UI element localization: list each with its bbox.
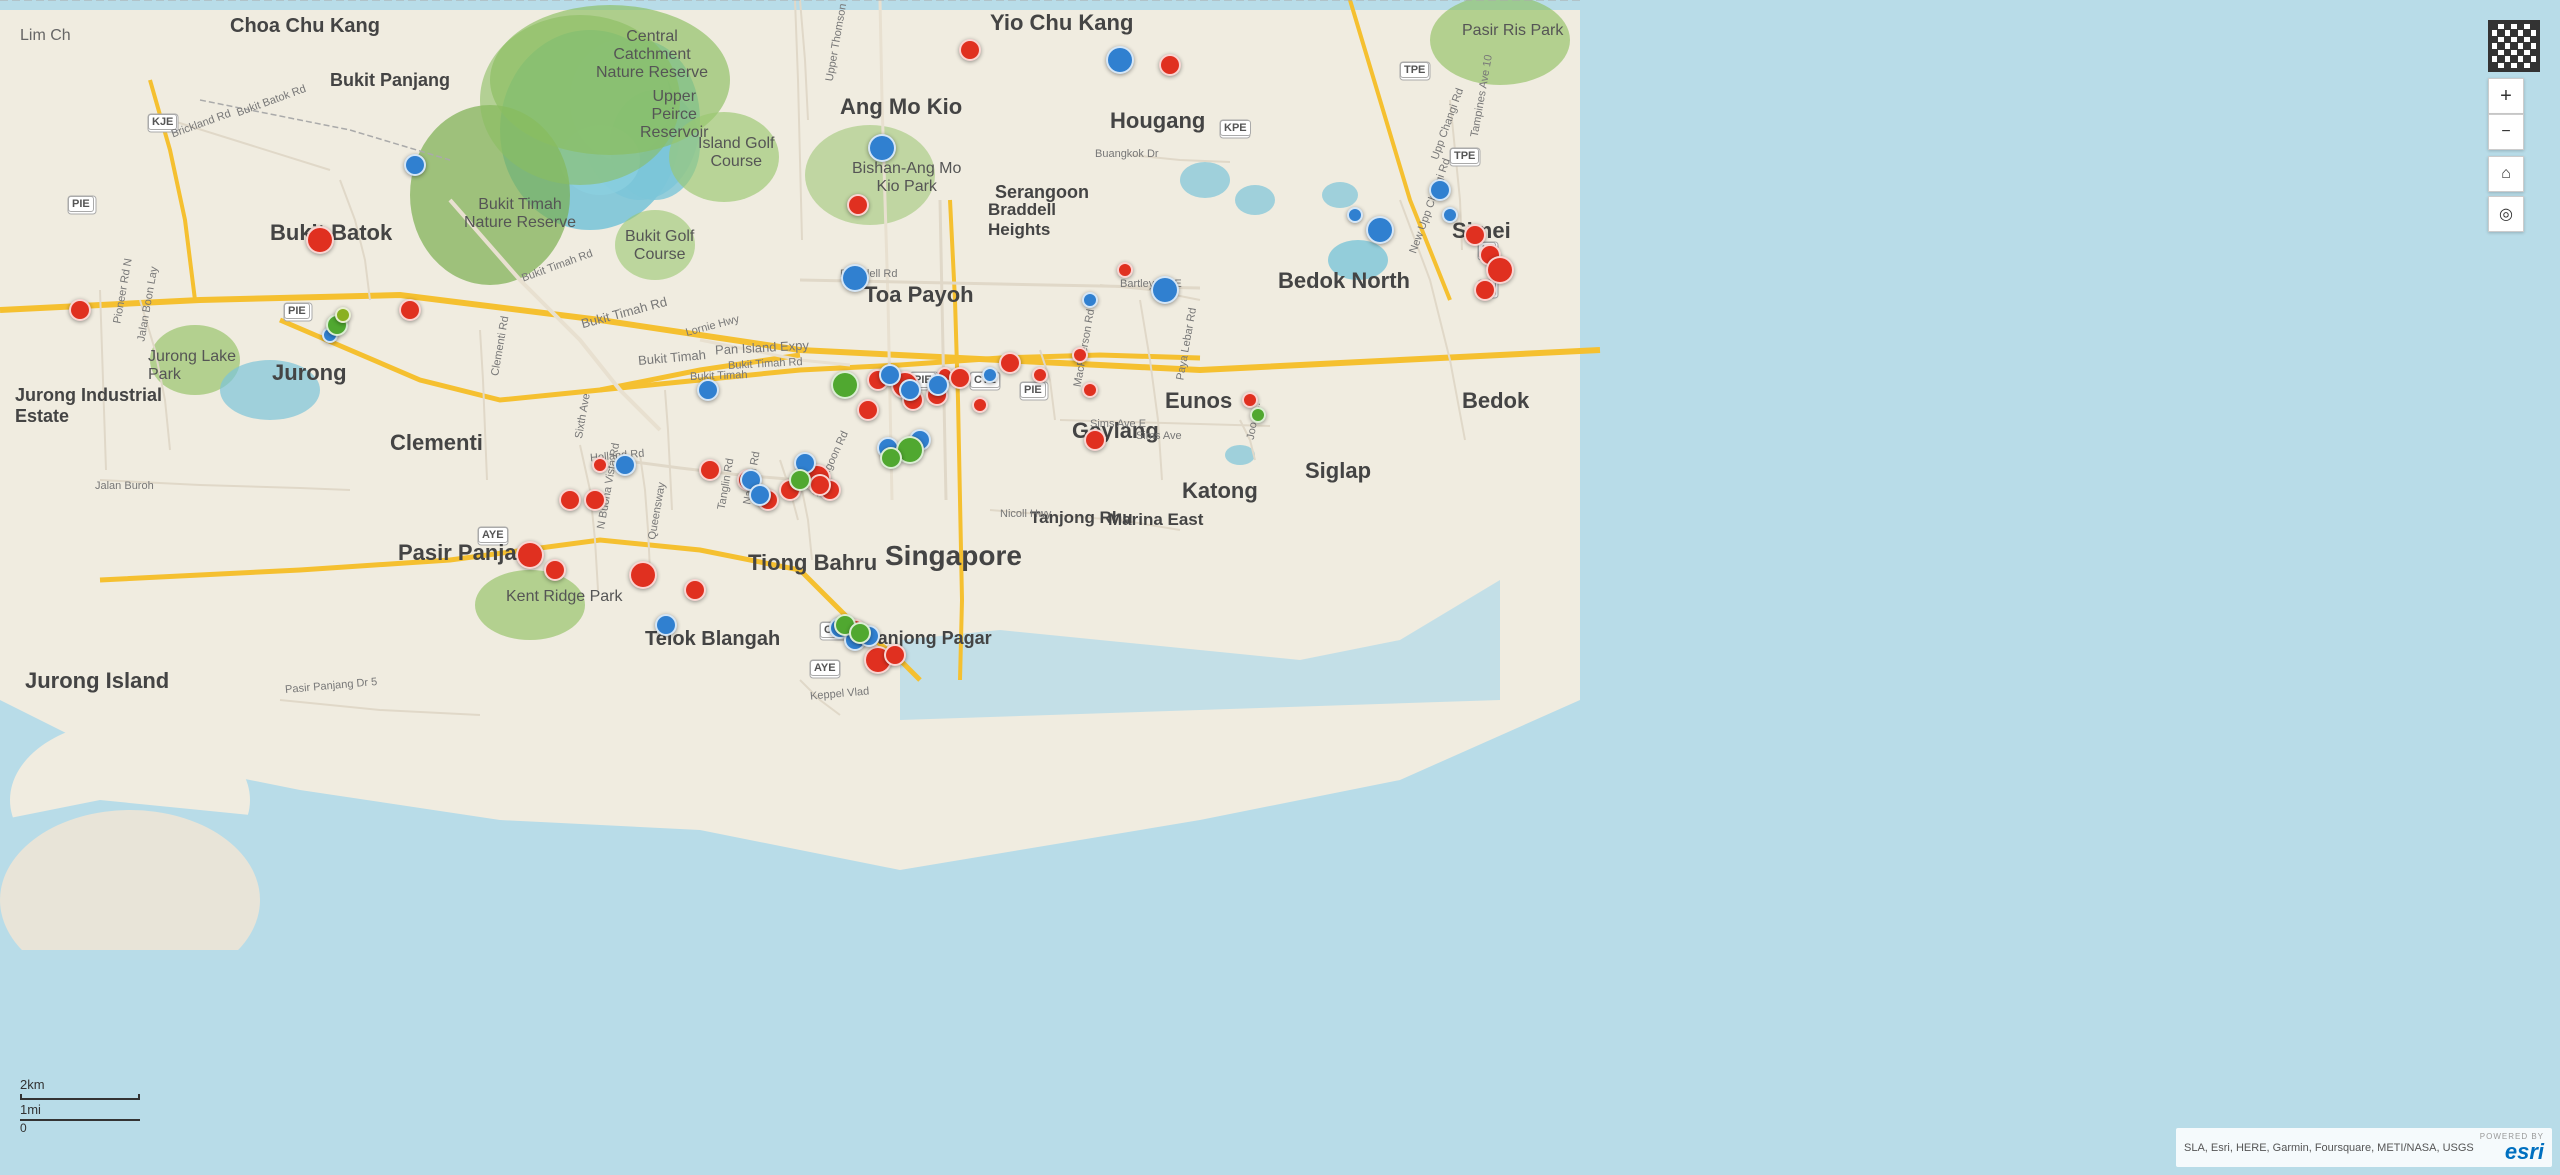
marker-red-9[interactable] bbox=[699, 459, 721, 481]
scale-bar: 2km 1mi 0 bbox=[20, 1077, 140, 1135]
marker-blue-10[interactable] bbox=[899, 379, 921, 401]
marker-blue-7[interactable] bbox=[749, 484, 771, 506]
marker-red-3[interactable] bbox=[69, 299, 91, 321]
qr-code bbox=[2488, 20, 2540, 72]
marker-blue-4[interactable] bbox=[697, 379, 719, 401]
marker-red-24[interactable] bbox=[999, 352, 1021, 374]
marker-red-23[interactable] bbox=[972, 397, 988, 413]
road-label-pie4: PIE bbox=[1020, 382, 1046, 398]
zoom-out-button[interactable]: − bbox=[2488, 114, 2524, 150]
marker-olive-1[interactable] bbox=[335, 307, 351, 323]
map-controls: + − ⌂ ◎ bbox=[2488, 20, 2540, 232]
marker-red-35[interactable] bbox=[809, 474, 831, 496]
marker-blue-26[interactable] bbox=[1429, 179, 1451, 201]
marker-blue-3[interactable] bbox=[841, 264, 869, 292]
marker-red-4[interactable] bbox=[559, 489, 581, 511]
marker-blue-14[interactable] bbox=[982, 367, 998, 383]
map-container[interactable]: Lim Ch Choa Chu Kang Bukit Panjang Bukit… bbox=[0, 0, 2560, 1175]
marker-red-25[interactable] bbox=[1032, 367, 1048, 383]
marker-blue-15[interactable] bbox=[1151, 276, 1179, 304]
attribution-text: SLA, Esri, HERE, Garmin, Foursquare, MET… bbox=[2184, 1142, 2474, 1154]
marker-red-7[interactable] bbox=[584, 489, 606, 511]
marker-red-2[interactable] bbox=[399, 299, 421, 321]
marker-red-15[interactable] bbox=[847, 194, 869, 216]
marker-red-39[interactable] bbox=[1474, 279, 1496, 301]
home-button[interactable]: ⌂ bbox=[2488, 156, 2524, 192]
road-label-tpe2: TPE bbox=[1450, 148, 1479, 164]
marker-red-22[interactable] bbox=[949, 367, 971, 389]
marker-green-6[interactable] bbox=[1250, 407, 1266, 423]
road-label-kpe: KPE bbox=[1220, 120, 1251, 136]
marker-blue-11[interactable] bbox=[927, 374, 949, 396]
marker-red-34[interactable] bbox=[884, 644, 906, 666]
marker-red-31[interactable] bbox=[959, 39, 981, 61]
road-label-tpe1: TPE bbox=[1400, 62, 1429, 78]
marker-blue-16[interactable] bbox=[1082, 292, 1098, 308]
scale-label-km: 2km bbox=[20, 1077, 140, 1092]
marker-blue-17[interactable] bbox=[1366, 216, 1394, 244]
marker-red-41[interactable] bbox=[592, 457, 608, 473]
marker-green-4[interactable] bbox=[880, 447, 902, 469]
marker-green-2[interactable] bbox=[831, 371, 859, 399]
scale-zero: 0 bbox=[20, 1121, 27, 1135]
road-label-pie2: PIE bbox=[284, 303, 310, 319]
marker-blue-2[interactable] bbox=[868, 134, 896, 162]
marker-green-8[interactable] bbox=[849, 622, 871, 644]
esri-logo: esri bbox=[2505, 1141, 2544, 1163]
marker-red-27[interactable] bbox=[1082, 382, 1098, 398]
marker-red-36[interactable] bbox=[1464, 224, 1486, 246]
marker-red-6[interactable] bbox=[544, 559, 566, 581]
attribution-bar: SLA, Esri, HERE, Garmin, Foursquare, MET… bbox=[2176, 1128, 2552, 1167]
locate-button[interactable]: ◎ bbox=[2488, 196, 2524, 232]
marker-red-1[interactable] bbox=[306, 226, 334, 254]
marker-red-40[interactable] bbox=[1242, 392, 1258, 408]
marker-blue-24[interactable] bbox=[1442, 207, 1458, 223]
marker-blue-23[interactable] bbox=[655, 614, 677, 636]
map-svg: Lim Ch bbox=[0, 0, 2560, 1175]
marker-red-26[interactable] bbox=[1072, 347, 1088, 363]
marker-green-5[interactable] bbox=[789, 469, 811, 491]
marker-red-8[interactable] bbox=[629, 561, 657, 589]
road-label-pie1: PIE bbox=[68, 196, 94, 212]
marker-red-5[interactable] bbox=[516, 541, 544, 569]
marker-blue-9[interactable] bbox=[879, 364, 901, 386]
marker-red-29[interactable] bbox=[1117, 262, 1133, 278]
marker-red-42[interactable] bbox=[684, 579, 706, 601]
marker-blue-25[interactable] bbox=[1347, 207, 1363, 223]
zoom-in-button[interactable]: + bbox=[2488, 78, 2524, 114]
road-label-kje: KJE bbox=[148, 114, 177, 130]
marker-red-16[interactable] bbox=[857, 399, 879, 421]
svg-text:Lim Ch: Lim Ch bbox=[20, 27, 71, 44]
marker-red-30[interactable] bbox=[1159, 54, 1181, 76]
road-label-aye1: AYE bbox=[478, 527, 508, 543]
scale-label-mi: 1mi bbox=[20, 1102, 41, 1117]
marker-red-28[interactable] bbox=[1084, 429, 1106, 451]
road-label-aye2: AYE bbox=[810, 660, 840, 676]
marker-blue-1[interactable] bbox=[404, 154, 426, 176]
marker-blue-19[interactable] bbox=[1106, 46, 1134, 74]
marker-blue-5[interactable] bbox=[614, 454, 636, 476]
